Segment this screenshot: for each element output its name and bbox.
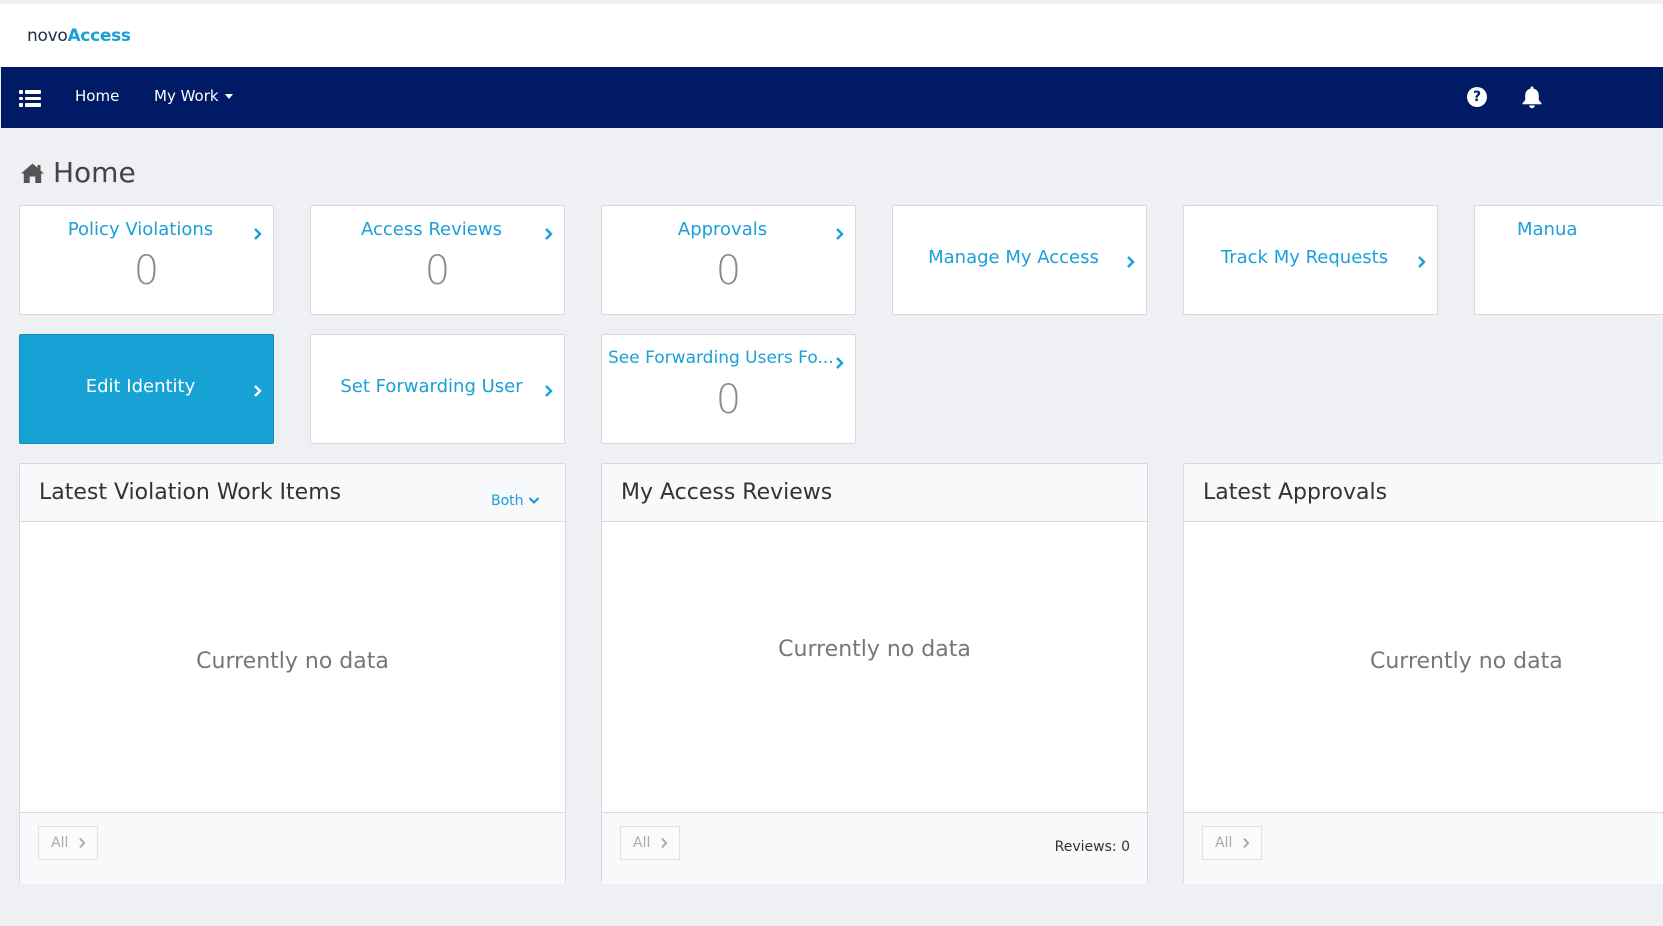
tile-count: 0 [715,248,742,294]
nav-my-work[interactable]: My Work [154,87,233,105]
page-title: Home [20,156,136,189]
panel-header: Latest Approvals [1184,464,1663,522]
chevron-right-icon [836,228,844,240]
panel-title: Latest Violation Work Items [39,480,342,505]
tile-access-reviews[interactable]: Access Reviews 0 [310,205,565,315]
chevron-right-icon [254,228,262,240]
tile-label: Set Forwarding User [340,376,523,397]
nav-my-work-label: My Work [154,87,219,105]
all-button[interactable]: All [620,826,680,860]
tile-policy-violations[interactable]: Policy Violations 0 [19,205,274,315]
page-title-text: Home [53,156,136,189]
violation-filter-dropdown[interactable]: Both [491,493,540,509]
tile-count: 0 [133,248,160,294]
all-button[interactable]: All [1202,826,1262,860]
panel-my-access-reviews: My Access Reviews Currently no data All … [601,463,1148,884]
panel-header: Latest Violation Work Items Both [20,464,565,522]
nav-home[interactable]: Home [75,87,119,105]
tile-count: 0 [715,377,742,423]
panel-title: My Access Reviews [621,480,833,505]
tile-edit-identity[interactable]: Edit Identity [19,334,274,444]
chevron-right-icon [661,837,668,849]
chevron-right-icon [545,228,553,240]
tile-count: 0 [424,248,451,294]
chevron-right-icon [1418,256,1426,268]
filter-label: Both [491,493,524,509]
panel-latest-violation-work-items: Latest Violation Work Items Both Current… [19,463,566,884]
list-icon[interactable] [19,88,41,108]
empty-state: Currently no data [778,637,971,662]
tile-manage-my-access[interactable]: Manage My Access [892,205,1147,315]
empty-state: Currently no data [196,649,389,674]
chevron-right-icon [254,385,262,397]
tile-set-forwarding-user[interactable]: Set Forwarding User [310,334,565,444]
chevron-right-icon [836,357,844,369]
help-icon[interactable]: ? [1467,87,1487,107]
chevron-right-icon [545,385,553,397]
top-header: novoAccess [0,4,1663,67]
all-label: All [633,835,651,851]
tile-manual-partial[interactable]: Manua [1474,205,1663,315]
panel-footer: All [20,812,565,884]
empty-state: Currently no data [1370,649,1563,674]
tile-label: Approvals [677,219,768,240]
chevron-down-icon [528,497,540,505]
novoaccess-logo[interactable]: novoAccess [27,26,131,46]
chevron-right-icon [1127,256,1135,268]
tile-track-my-requests[interactable]: Track My Requests [1183,205,1438,315]
tile-see-forwarding-users[interactable]: See Forwarding Users Fo... 0 [601,334,856,444]
panel-title: Latest Approvals [1203,480,1388,505]
caret-down-icon [224,94,233,99]
main-navbar: Home My Work ? [1,67,1663,128]
chevron-right-icon [79,837,86,849]
bell-icon[interactable] [1521,85,1543,109]
tile-label: Track My Requests [1220,247,1389,268]
all-button[interactable]: All [38,826,98,860]
tile-label: Policy Violations [67,219,214,240]
all-label: All [1215,835,1233,851]
tile-label: See Forwarding Users Fo... [608,348,834,368]
tile-label: Manage My Access [928,247,1099,268]
all-label: All [51,835,69,851]
panel-footer: All Reviews: 0 [602,812,1147,884]
tile-label: Access Reviews [361,219,502,240]
tile-approvals[interactable]: Approvals 0 [601,205,856,315]
home-icon [21,163,44,183]
panel-latest-approvals: Latest Approvals Currently no data All [1183,463,1663,884]
tile-label: Manua [1517,219,1578,240]
tile-label: Edit Identity [85,376,196,397]
panel-header: My Access Reviews [602,464,1147,522]
reviews-count: Reviews: 0 [1054,839,1130,855]
chevron-right-icon [1243,837,1250,849]
panel-footer: All [1184,812,1663,884]
